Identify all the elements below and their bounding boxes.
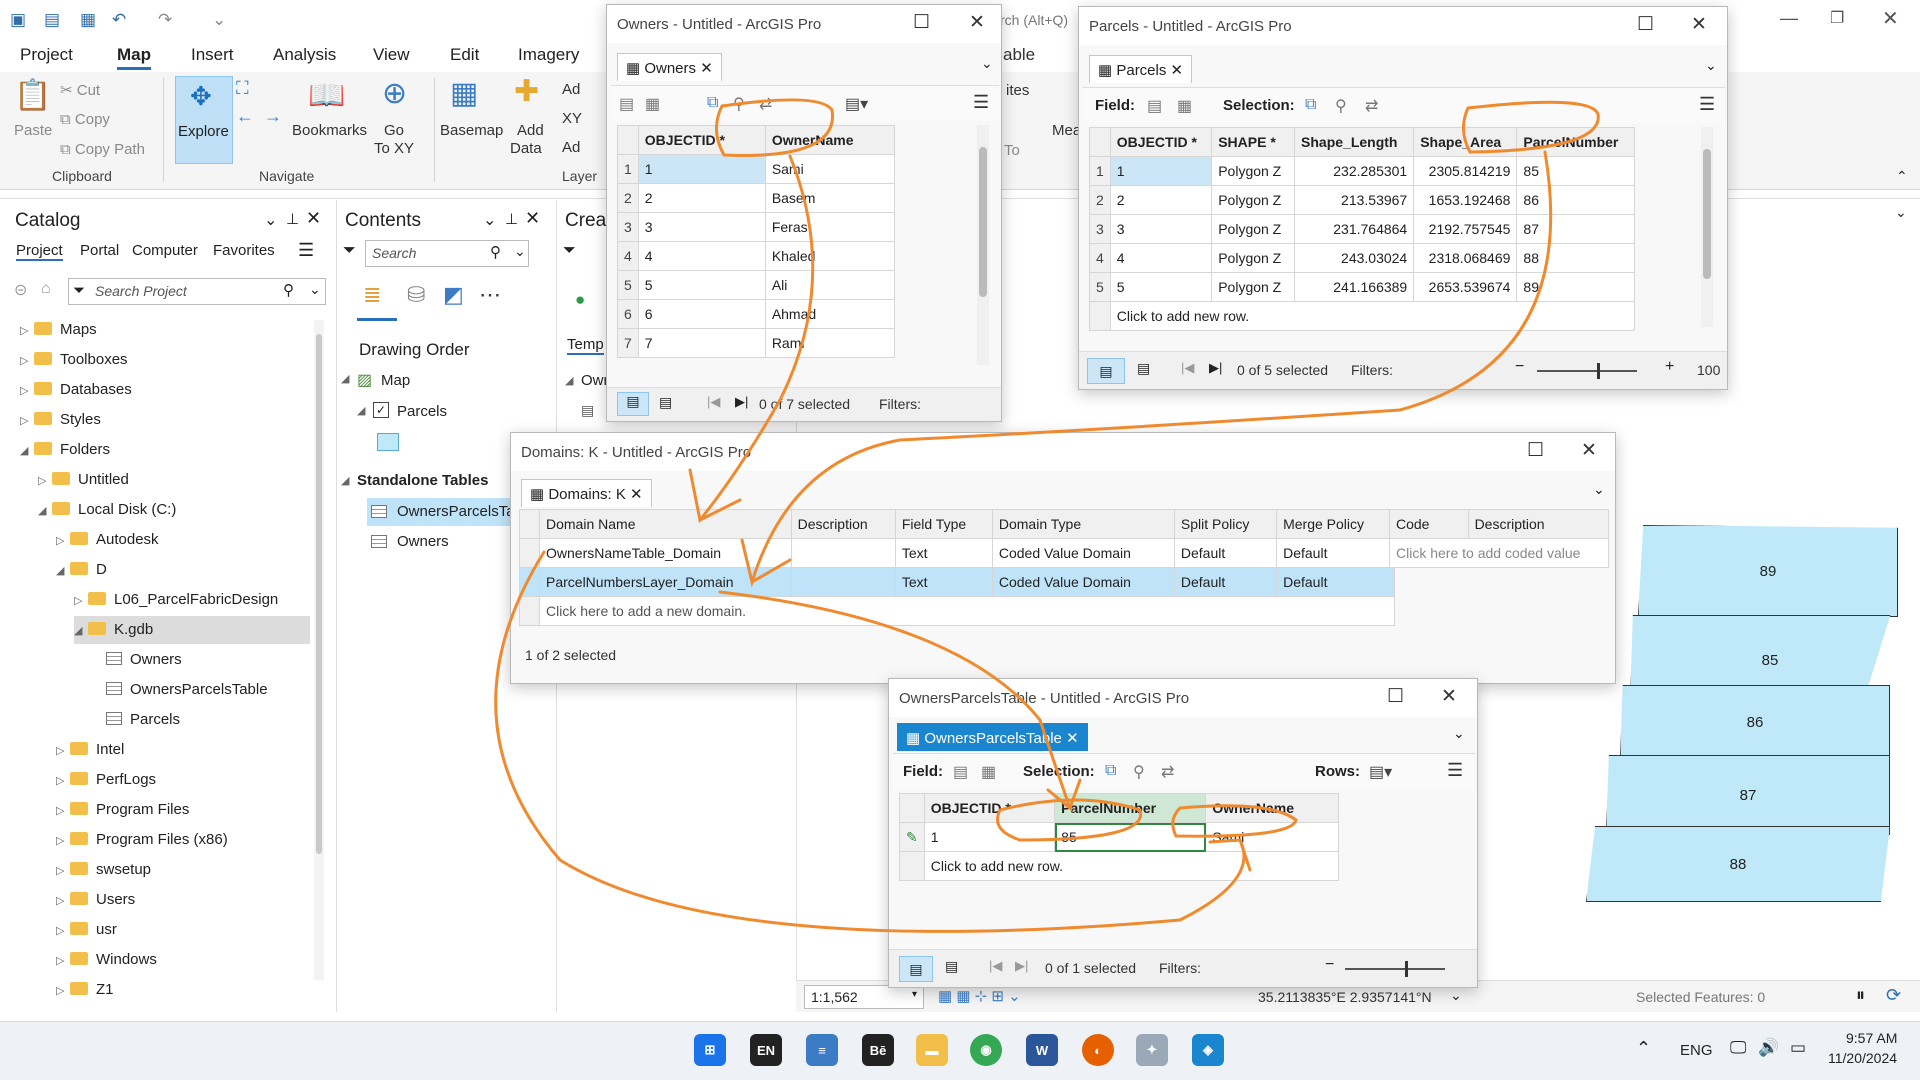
annotation-arrow-to-parcelnumber	[718, 590, 1082, 813]
chevron-up-icon[interactable]: ⌃	[1636, 1038, 1651, 1059]
language-indicator-icon[interactable]: EN	[750, 1034, 782, 1066]
language-label[interactable]: ENG	[1680, 1042, 1713, 1059]
word-icon[interactable]: W	[1026, 1034, 1058, 1066]
arcgis-pro-icon[interactable]: ◈	[1192, 1034, 1224, 1066]
firefox-icon[interactable]: ◐	[1082, 1034, 1114, 1066]
behance-icon[interactable]: Bē	[862, 1034, 894, 1066]
annotation-arrow-parcelnumber	[740, 150, 1553, 588]
taskbar: ⊞ EN ≡ Bē ▬ ◉ W ◐ ✦ ◈ ⌃ ENG 🖵 🔊 ▭ 9:57 A…	[0, 1021, 1920, 1080]
annotation-arrow-to-ownername	[494, 550, 1252, 933]
notepad-icon[interactable]: ≡	[806, 1034, 838, 1066]
app-icon[interactable]: ✦	[1136, 1034, 1168, 1066]
annotation-circle-parcelnumber	[1462, 100, 1600, 154]
chrome-icon[interactable]: ◉	[970, 1034, 1002, 1066]
annotation-overlay	[494, 98, 1600, 933]
clock-time[interactable]: 9:57 AM	[1846, 1030, 1897, 1046]
battery-icon[interactable]: ▭	[1790, 1038, 1806, 1058]
annotation-circle-ownername	[715, 98, 834, 157]
file-explorer-icon[interactable]: ▬	[916, 1034, 948, 1066]
annotation-circle-opt-ownername	[1171, 804, 1298, 838]
clock-date[interactable]: 11/20/2024	[1828, 1050, 1897, 1066]
network-icon[interactable]: 🖵	[1730, 1038, 1746, 1058]
annotation-arrow-ownername	[688, 154, 815, 524]
language-en: EN	[756, 1042, 776, 1058]
windows-start-icon[interactable]: ⊞	[694, 1034, 726, 1066]
volume-icon[interactable]: 🔊	[1758, 1038, 1779, 1058]
